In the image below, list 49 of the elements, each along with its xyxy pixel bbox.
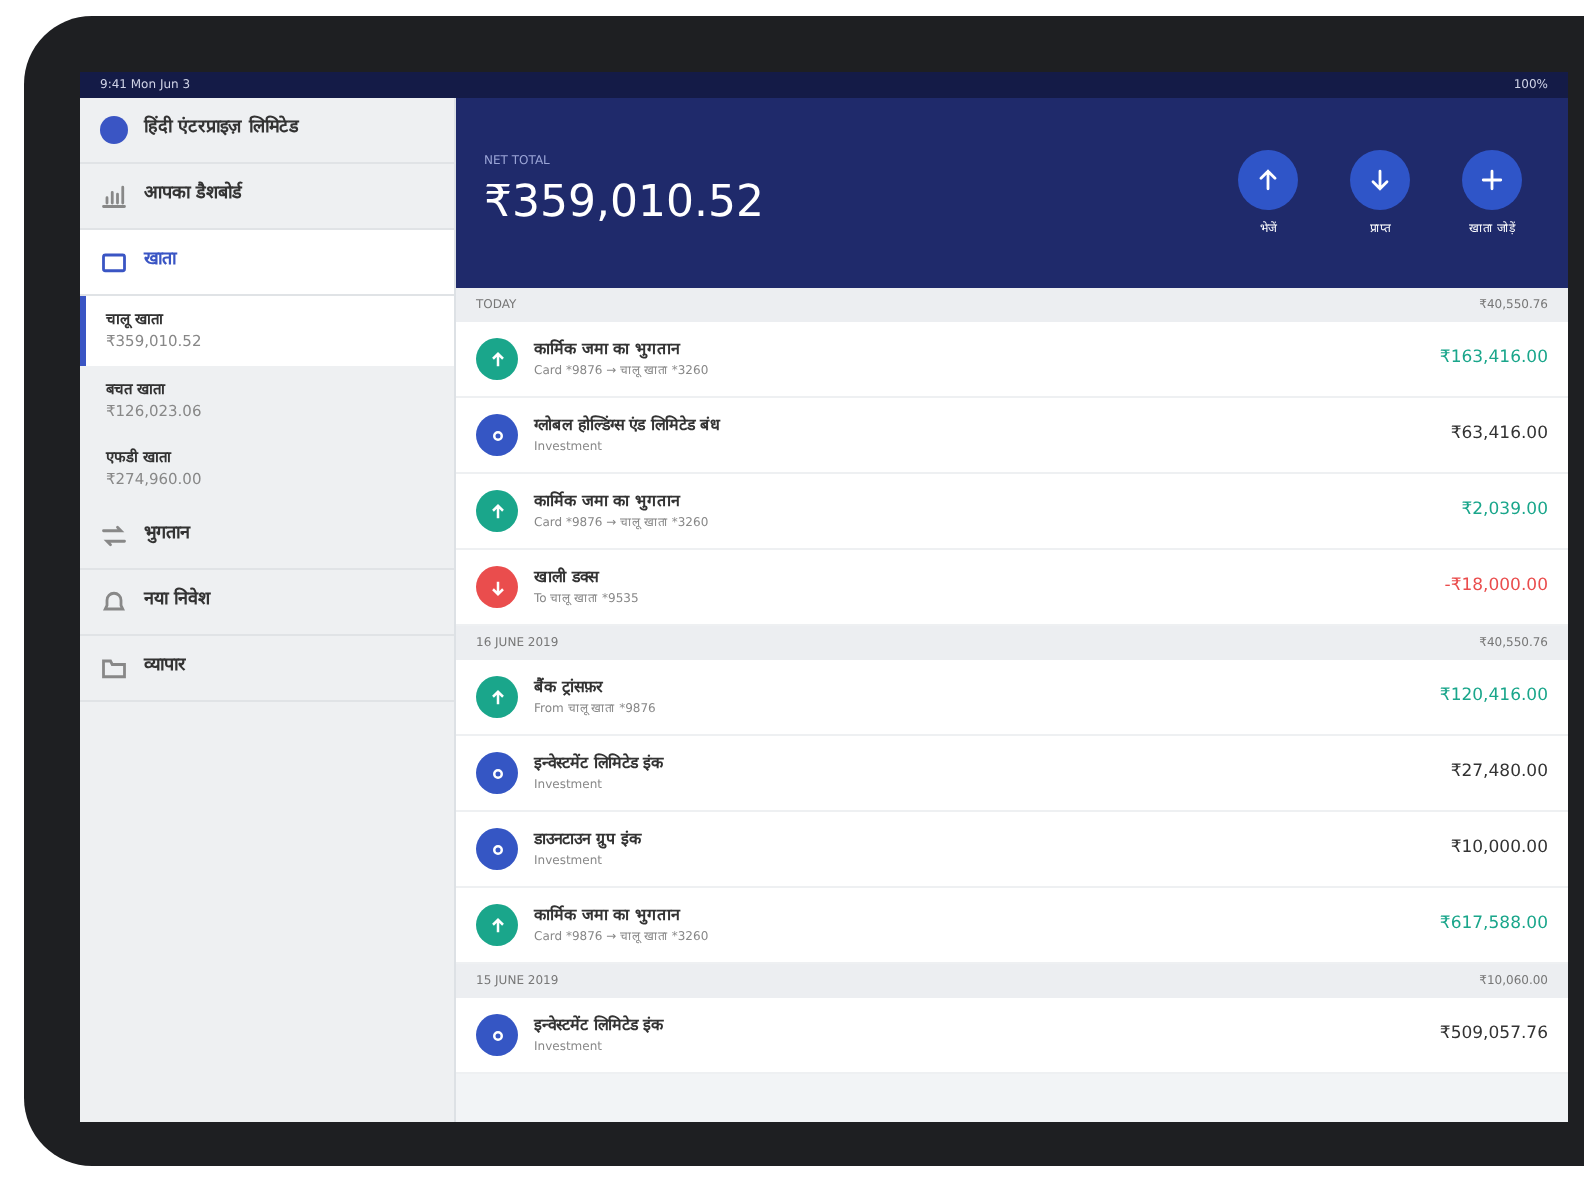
- action-button[interactable]: [1238, 149, 1298, 209]
- transaction-title: कार्मिक जमा का भुगतान: [534, 490, 683, 514]
- avatar-icon: [100, 116, 128, 144]
- action-button[interactable]: [1350, 149, 1410, 209]
- transaction-icon: [476, 490, 518, 532]
- transaction-amount: -₹18,000.00: [1444, 574, 1548, 600]
- transaction-icon: [476, 752, 518, 794]
- balance-amount: ₹359,010.52: [484, 175, 764, 231]
- transaction-title: कार्मिक जमा का भुगतान: [534, 338, 683, 362]
- transaction-icon: [476, 676, 518, 718]
- sidebar-item[interactable]: व्यापार: [80, 635, 454, 701]
- bell-icon: [100, 587, 128, 615]
- transaction-amount: ₹509,057.76: [1439, 1022, 1548, 1048]
- sidebar-item-label: भुगतान: [144, 521, 190, 548]
- transaction-amount: ₹120,416.00: [1439, 684, 1548, 710]
- transaction-icon: [476, 904, 518, 946]
- arrow-down-icon: [1366, 165, 1394, 193]
- transaction-title: कार्मिक जमा का भुगतान: [534, 904, 683, 928]
- arrow-up-icon: [1254, 165, 1282, 193]
- transaction-icon: [476, 566, 518, 608]
- transaction-amount: ₹10,000.00: [1450, 836, 1548, 862]
- transaction-icon: [476, 1014, 518, 1056]
- transaction-amount: ₹27,480.00: [1450, 760, 1548, 786]
- transaction-title: इन्वेस्टमेंट लिमिटेड इंक: [534, 752, 664, 776]
- sidebar-item-label: खाता: [144, 248, 176, 275]
- plus-icon: [1478, 165, 1506, 193]
- sidebar-item[interactable]: भुगतान: [80, 503, 454, 569]
- transaction-amount: ₹63,416.00: [1450, 422, 1548, 448]
- card-icon: [100, 248, 128, 276]
- action-button[interactable]: [1462, 149, 1522, 209]
- transaction-title: बैंक ट्रांसफ़र: [534, 676, 605, 700]
- transaction-title: ग्लोबल होल्डिंग्स एंड लिमिटेड बंध: [534, 414, 721, 438]
- sidebar-item-label: नया निवेश: [144, 587, 211, 614]
- transaction-amount: ₹617,588.00: [1439, 912, 1548, 938]
- transaction-icon: [476, 414, 518, 456]
- transaction-title: डाउनटाउन ग्रुप इंक: [534, 828, 642, 852]
- transaction-amount: ₹2,039.00: [1461, 498, 1548, 524]
- arrows-icon: [100, 521, 128, 549]
- transaction-amount: ₹163,416.00: [1439, 346, 1548, 372]
- bar-chart-icon: [100, 182, 128, 210]
- transaction-title: इन्वेस्टमेंट लिमिटेड इंक: [534, 1014, 664, 1038]
- transaction-icon: [476, 828, 518, 870]
- transaction-title: खाली डक्स: [534, 566, 602, 590]
- sidebar-item[interactable]: नया निवेश: [80, 569, 454, 635]
- sidebar-item[interactable]: खाता: [80, 230, 454, 296]
- sidebar-item-label: व्यापार: [144, 653, 186, 680]
- transaction-icon: [476, 338, 518, 380]
- sidebar-item-label: आपका डैशबोर्ड: [144, 182, 243, 209]
- company-name: हिंदी एंटरप्राइज़ लिमिटेड: [144, 116, 299, 143]
